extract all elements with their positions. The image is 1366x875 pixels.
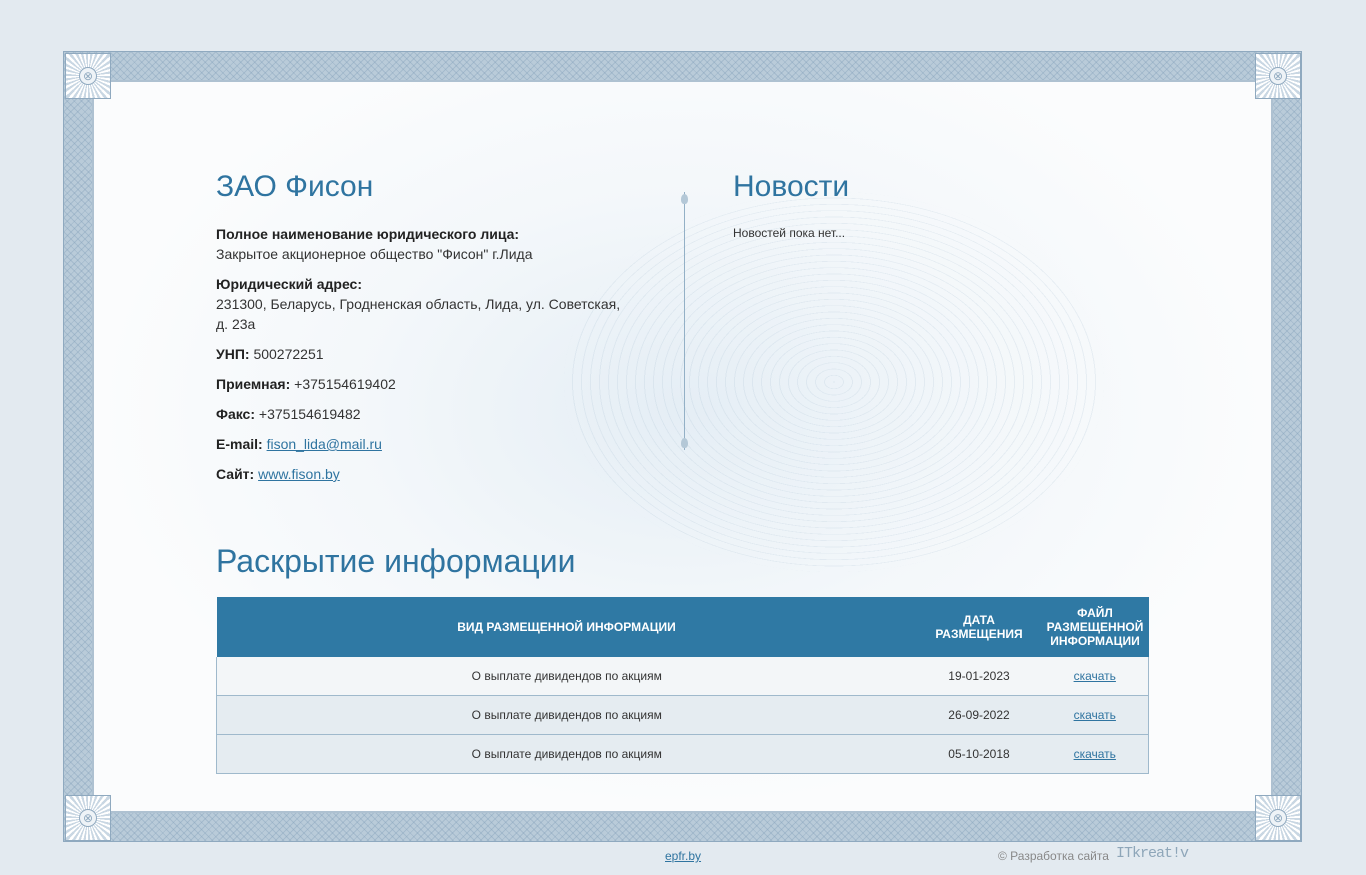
corner-ornament-icon: ⊗	[65, 53, 111, 99]
unp-label: УНП:	[216, 346, 250, 362]
footer-developer-text: © Разработка сайта	[998, 849, 1109, 863]
row-type: О выплате дивидендов по акциям	[216, 734, 917, 774]
row-type: О выплате дивидендов по акциям	[216, 657, 917, 696]
corner-ornament-icon: ⊗	[65, 795, 111, 841]
row-type: О выплате дивидендов по акциям	[216, 695, 917, 735]
disclosure-title: Раскрытие информации	[216, 543, 576, 579]
corner-ornament-icon: ⊗	[1255, 53, 1301, 99]
unp-block: УНП: 500272251	[216, 344, 626, 364]
reception-label: Приемная:	[216, 376, 291, 392]
disclosure-table: Вид размещенной информации Дата размещен…	[216, 597, 1149, 774]
guilloche-rosette	[564, 192, 1104, 572]
column-header-file: Файл размещенной информации	[1041, 597, 1149, 657]
corner-ornament-icon: ⊗	[1255, 795, 1301, 841]
row-date: 19-01-2023	[916, 657, 1042, 696]
unp-value: 500272251	[253, 346, 324, 362]
fax-label: Факс:	[216, 406, 256, 422]
footer-epfr-link[interactable]: epfr.by	[665, 849, 701, 863]
download-link[interactable]: скачать	[1074, 747, 1116, 761]
email-block: E-mail: fison_lida@mail.ru	[216, 434, 626, 454]
row-file-cell: скачать	[1041, 695, 1149, 735]
full-name-block: Полное наименование юридического лица: З…	[216, 224, 626, 264]
fax-block: Факс: +375154619482	[216, 404, 626, 424]
address-value: 231300, Беларусь, Гродненская область, Л…	[216, 296, 621, 332]
table-row: О выплате дивидендов по акциям 19-01-202…	[216, 657, 1149, 696]
site-link[interactable]: www.fison.by	[258, 466, 340, 482]
table-row: О выплате дивидендов по акциям 26-09-202…	[216, 695, 1149, 735]
column-header-type: Вид размещенной информации	[216, 597, 917, 657]
column-header-date: Дата размещения	[916, 597, 1042, 657]
site-block: Сайт: www.fison.by	[216, 464, 626, 484]
row-date: 05-10-2018	[916, 734, 1042, 774]
fax-value: +375154619482	[258, 406, 361, 422]
site-label: Сайт:	[216, 466, 255, 482]
company-title: ЗАО Фисон	[216, 170, 374, 203]
download-link[interactable]: скачать	[1074, 669, 1116, 683]
row-file-cell: скачать	[1041, 734, 1149, 774]
address-block: Юридический адрес: 231300, Беларусь, Гро…	[216, 274, 626, 334]
address-label: Юридический адрес:	[216, 276, 362, 292]
table-row: О выплате дивидендов по акциям 05-10-201…	[216, 734, 1149, 774]
column-divider	[681, 192, 688, 450]
email-label: E-mail:	[216, 436, 263, 452]
row-date: 26-09-2022	[916, 695, 1042, 735]
news-empty-text: Новостей пока нет...	[733, 226, 846, 240]
news-title: Новости	[733, 170, 850, 203]
reception-value: +375154619402	[294, 376, 396, 392]
reception-block: Приемная: +375154619402	[216, 374, 626, 394]
full-name-label: Полное наименование юридического лица:	[216, 226, 520, 242]
email-link[interactable]: fison_lida@mail.ru	[267, 436, 382, 452]
full-name-value: Закрытое акционерное общество "Фисон" г.…	[216, 246, 533, 262]
table-header-row: Вид размещенной информации Дата размещен…	[216, 597, 1149, 657]
company-info: Полное наименование юридического лица: З…	[216, 224, 626, 494]
row-file-cell: скачать	[1041, 657, 1149, 696]
download-link[interactable]: скачать	[1074, 708, 1116, 722]
developer-logo-link[interactable]: ITkreat!v	[1116, 845, 1189, 862]
